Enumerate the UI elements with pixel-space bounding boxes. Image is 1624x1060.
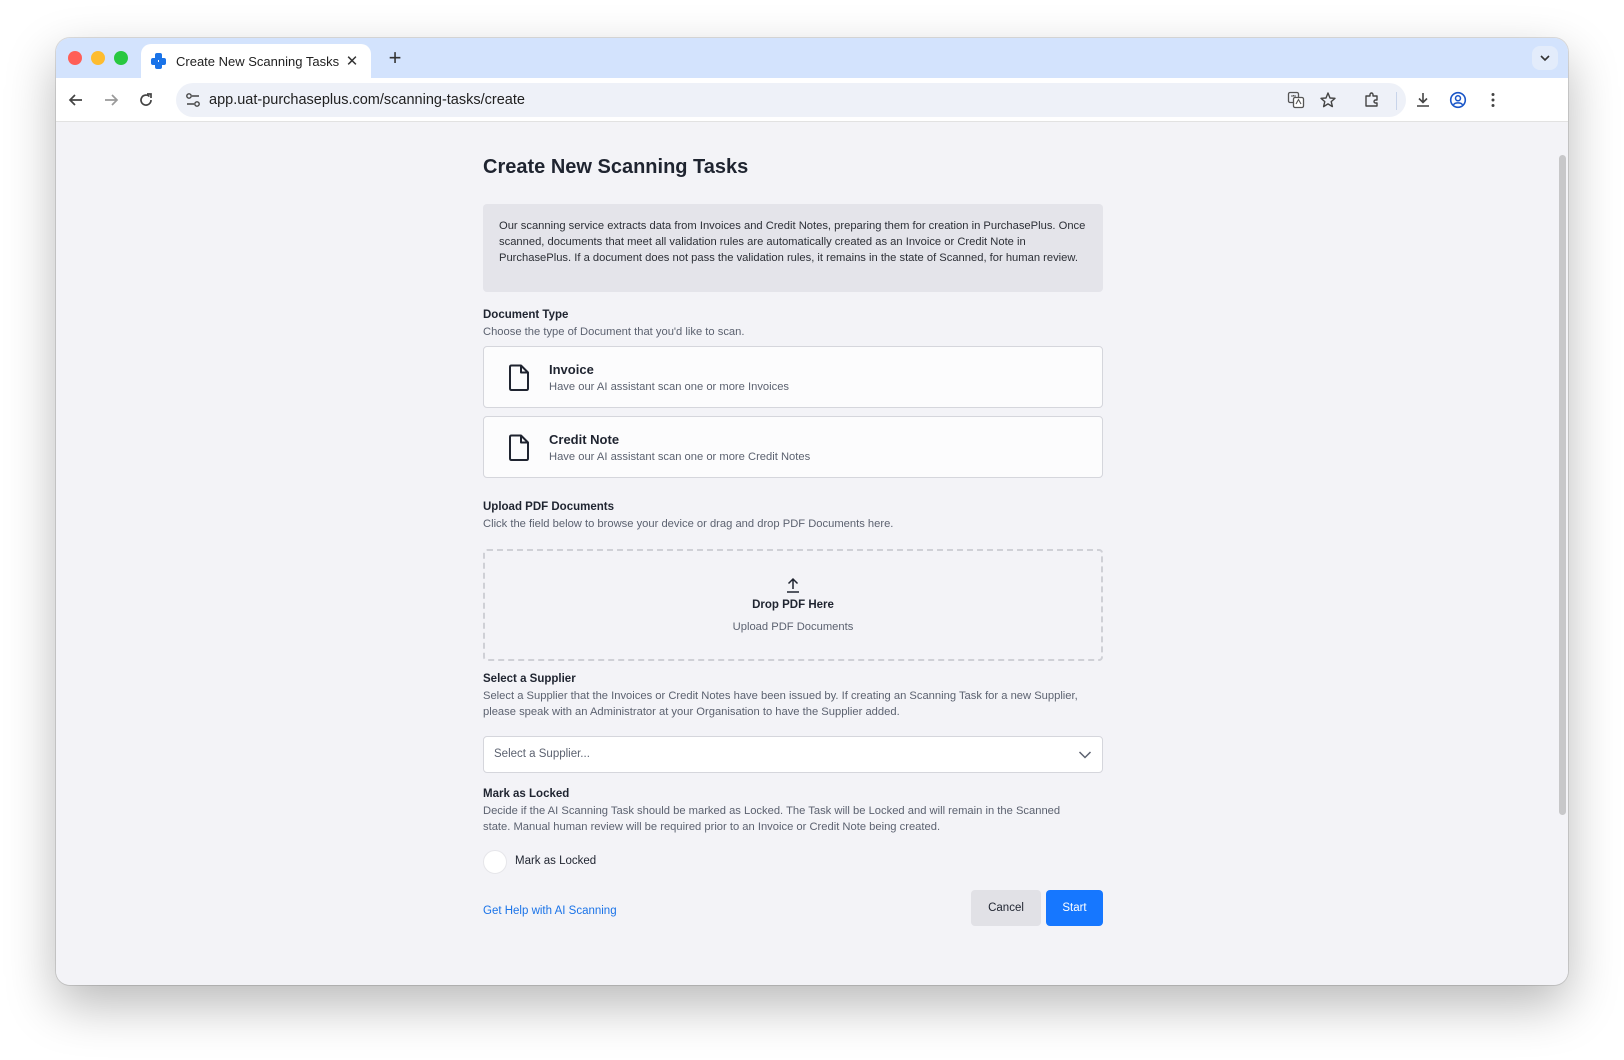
toolbar-divider (1396, 92, 1397, 110)
reload-icon (140, 93, 152, 106)
site-settings-icon[interactable] (184, 91, 202, 109)
downloads-button[interactable] (1411, 88, 1435, 112)
supplier-title: Select a Supplier (483, 673, 576, 685)
tab-search-button[interactable] (1532, 46, 1558, 70)
address-bar[interactable]: app.uat-purchaseplus.com/scanning-tasks/… (176, 83, 1406, 117)
tab-strip: Create New Scanning Tasks ✕ + (56, 38, 1568, 78)
option-title: Credit Note (549, 432, 620, 447)
zoom-window-button[interactable] (114, 51, 128, 65)
pdf-dropzone[interactable]: Drop PDF Here Upload PDF Documents (483, 549, 1103, 661)
forward-button[interactable] (99, 88, 123, 112)
page-scrollbar[interactable] (1559, 155, 1566, 815)
download-icon (1417, 93, 1429, 107)
option-subtitle: Have our AI assistant scan one or more I… (549, 381, 790, 393)
mark-as-locked-toggle[interactable] (483, 850, 507, 874)
tab-close-icon[interactable]: ✕ (343, 52, 361, 70)
upload-icon (787, 577, 799, 593)
locked-description: Decide if the AI Scanning Task should be… (483, 805, 1061, 833)
browser-window: Create New Scanning Tasks ✕ + app.uat-pu… (56, 38, 1568, 985)
arrow-left-icon (68, 94, 82, 106)
locked-title: Mark as Locked (483, 788, 570, 800)
cancel-button[interactable]: Cancel (971, 890, 1041, 926)
dropzone-title: Drop PDF Here (752, 599, 834, 611)
extensions-button[interactable] (1360, 88, 1384, 112)
back-button[interactable] (64, 88, 88, 112)
dropzone-subtitle: Upload PDF Documents (732, 621, 854, 633)
more-vertical-icon (1491, 93, 1495, 107)
browser-menu-button[interactable] (1481, 88, 1505, 112)
browser-toolbar: app.uat-purchaseplus.com/scanning-tasks/… (56, 78, 1568, 122)
url-text[interactable]: app.uat-purchaseplus.com/scanning-tasks/… (209, 92, 525, 108)
help-link[interactable]: Get Help with AI Scanning (483, 905, 617, 917)
bookmark-button[interactable] (1318, 90, 1338, 110)
supplier-select-value: Select a Supplier... (494, 748, 590, 760)
document-type-title: Document Type (483, 309, 569, 321)
page-content: Create New Scanning Tasks Our scanning s… (56, 123, 1568, 985)
new-tab-button[interactable]: + (382, 46, 408, 72)
page-title: Create New Scanning Tasks (483, 156, 749, 178)
upload-description: Click the field below to browse your dev… (483, 518, 894, 530)
upload-title: Upload PDF Documents (483, 501, 614, 513)
purchaseplus-favicon-icon (151, 53, 167, 69)
supplier-description: Select a Supplier that the Invoices or C… (483, 690, 1078, 718)
document-icon (509, 434, 529, 461)
document-type-option-credit-note[interactable]: Credit Note Have our AI assistant scan o… (483, 416, 1103, 478)
profile-icon (1449, 91, 1467, 109)
translate-icon (1287, 91, 1305, 109)
option-title: Invoice (549, 362, 594, 377)
supplier-select[interactable]: Select a Supplier... (483, 736, 1103, 773)
star-icon (1320, 92, 1336, 108)
minimize-window-button[interactable] (91, 51, 105, 65)
chevron-down-icon (1540, 55, 1550, 62)
document-icon (509, 364, 529, 391)
arrow-right-icon (105, 94, 119, 106)
browser-tab-active[interactable]: Create New Scanning Tasks ✕ (141, 44, 371, 78)
option-subtitle: Have our AI assistant scan one or more C… (549, 451, 811, 463)
close-window-button[interactable] (68, 51, 82, 65)
info-banner: Our scanning service extracts data from … (483, 204, 1103, 292)
chevron-down-icon (1078, 751, 1092, 759)
tab-title: Create New Scanning Tasks (176, 53, 340, 69)
profile-button[interactable] (1446, 88, 1470, 112)
mark-as-locked-label[interactable]: Mark as Locked (515, 855, 596, 867)
start-button[interactable]: Start (1046, 890, 1103, 926)
puzzle-icon (1365, 92, 1378, 107)
reload-button[interactable] (134, 88, 158, 112)
document-type-option-invoice[interactable]: Invoice Have our AI assistant scan one o… (483, 346, 1103, 408)
document-type-description: Choose the type of Document that you'd l… (483, 326, 745, 338)
translate-button[interactable] (1286, 90, 1306, 110)
